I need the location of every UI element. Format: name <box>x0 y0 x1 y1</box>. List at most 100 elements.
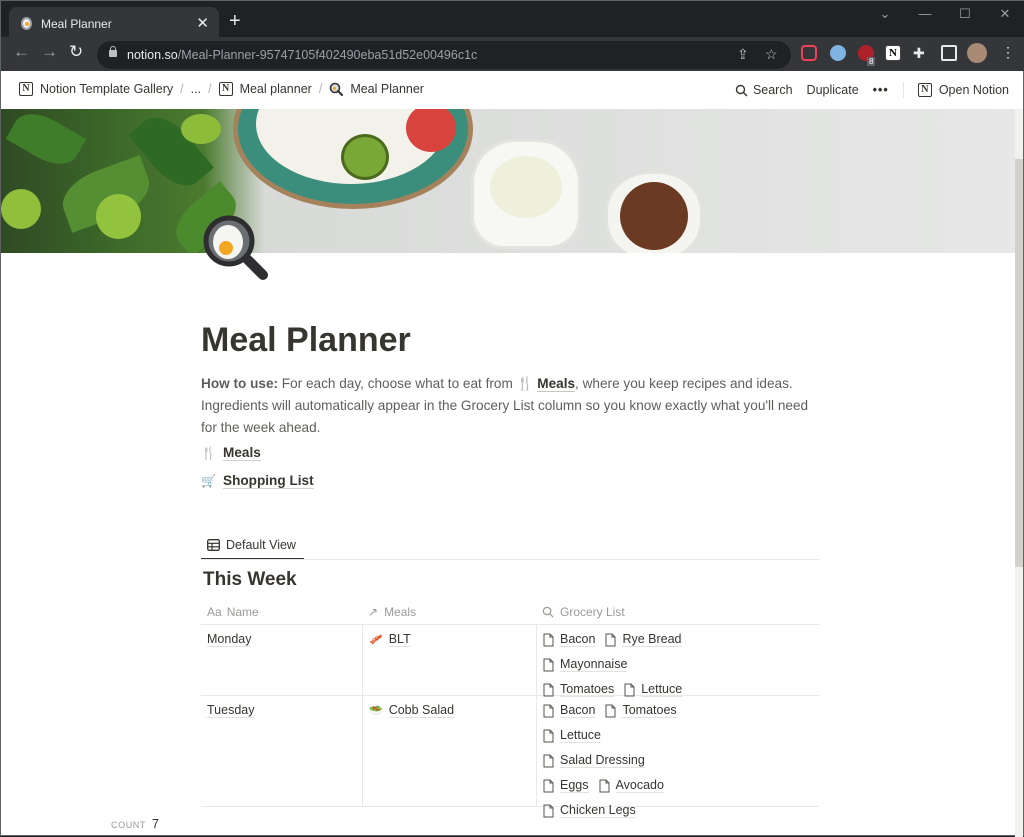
breadcrumb-meal-planner[interactable]: Meal Planner <box>329 82 424 96</box>
meal-relation[interactable]: 🥗 Cobb Salad <box>369 703 455 718</box>
favicon-icon <box>21 17 32 30</box>
grocery-item[interactable]: Lettuce <box>543 728 602 743</box>
table-row[interactable]: Monday 🥓 BLT Bacon Rye Bread Mayonnaise Tom… <box>201 625 819 697</box>
table-row[interactable]: Tuesday 🥗 Cobb Salad Bacon Tomatoes Lettuc… <box>201 696 819 818</box>
lock-icon <box>109 46 117 57</box>
frying-pan-page-icon[interactable] <box>203 215 271 285</box>
grocery-item[interactable]: Salad Dressing <box>543 753 645 768</box>
browser-menu-icon[interactable]: ⋮ <box>1001 44 1015 61</box>
topbar-actions: Search Duplicate ••• N Open Notion <box>721 82 1009 98</box>
grocery-item-label: Tomatoes <box>560 682 615 697</box>
view-tab-label: Default View <box>226 537 296 552</box>
page-icon <box>543 704 554 717</box>
new-tab-icon[interactable]: + <box>229 11 241 31</box>
grocery-item-label: Salad Dressing <box>560 753 645 768</box>
grocery-item[interactable]: Eggs <box>543 778 589 793</box>
column-header-grocery-list[interactable]: Grocery List <box>536 599 819 624</box>
browser-toolbar: ← → ↻ notion.so/Meal-Planner-95747105f40… <box>1 37 1024 71</box>
grocery-item-label: Mayonnaise <box>560 657 628 672</box>
cover-bowl <box>233 109 473 209</box>
fork-knife-icon: 🍴 <box>516 376 534 391</box>
minimize-icon[interactable]: — <box>905 1 945 31</box>
breadcrumb-meal-planner-parent[interactable]: N Meal planner <box>218 82 312 96</box>
grocery-item[interactable]: Mayonnaise <box>543 657 628 672</box>
pocket-icon[interactable] <box>801 45 817 61</box>
onepassword-icon[interactable] <box>830 45 846 61</box>
grocery-item[interactable]: Avocado <box>599 778 664 793</box>
page-icon <box>624 683 635 696</box>
fork-knife-icon: 🍴 <box>201 446 216 460</box>
meal-relation[interactable]: 🥓 BLT <box>369 632 411 647</box>
grocery-item[interactable]: Lettuce <box>624 682 683 697</box>
tab-default-view[interactable]: Default View <box>201 531 304 560</box>
grocery-item-label: Avocado <box>615 778 664 793</box>
more-options-icon[interactable]: ••• <box>873 83 889 97</box>
column-label: Grocery List <box>560 604 625 619</box>
shopping-list-page-link[interactable]: 🛒 Shopping List <box>201 473 314 489</box>
notion-extension-icon[interactable]: N <box>885 45 901 61</box>
duplicate-button[interactable]: Duplicate <box>807 83 859 97</box>
meals-page-link[interactable]: 🍴 Meals <box>201 445 261 461</box>
divider <box>902 82 904 98</box>
tab-search-icon[interactable]: ⌄ <box>865 1 905 31</box>
breadcrumb: N Notion Template Gallery / ... / N Meal… <box>19 82 424 96</box>
count-footer[interactable]: COUNT 7 <box>111 817 159 831</box>
page-icon <box>543 804 554 817</box>
browser-window: Meal Planner ✕ + ⌄ — ☐ ✕ ← → ↻ notion.so… <box>0 0 1024 837</box>
row-name[interactable]: Monday <box>207 632 252 647</box>
extension-badge: 8 <box>867 57 876 66</box>
grocery-item-label: Rye Bread <box>622 632 682 647</box>
database-table: Aa Name ↗ Meals Grocery List Monday 🥓 BL… <box>201 599 819 818</box>
grocery-item[interactable]: Bacon <box>543 703 596 718</box>
grocery-item[interactable]: Chicken Legs <box>543 803 636 818</box>
grocery-item[interactable]: Rye Bread <box>605 632 682 647</box>
meals-inline-link[interactable]: Meals <box>537 376 576 392</box>
grocery-item-label: Bacon <box>560 632 596 647</box>
column-header-name[interactable]: Aa Name <box>201 599 362 624</box>
browser-tab[interactable]: Meal Planner ✕ <box>9 7 219 41</box>
page-title: Meal Planner <box>201 321 411 359</box>
search-button[interactable]: Search <box>735 83 793 97</box>
grocery-item-label: Eggs <box>560 778 589 793</box>
row-name[interactable]: Tuesday <box>207 703 255 718</box>
back-icon[interactable]: ← <box>13 42 30 62</box>
close-tab-icon[interactable]: ✕ <box>196 14 209 32</box>
close-window-icon[interactable]: ✕ <box>985 1 1024 31</box>
open-notion-label: Open Notion <box>938 83 1009 97</box>
grocery-item[interactable]: Bacon <box>543 632 596 647</box>
extensions-puzzle-icon[interactable]: ✚ <box>913 45 929 61</box>
reload-icon[interactable]: ↻ <box>69 42 83 62</box>
forward-icon[interactable]: → <box>41 42 58 62</box>
database-title[interactable]: This Week <box>203 569 297 591</box>
maximize-icon[interactable]: ☐ <box>945 1 985 31</box>
grocery-list: Bacon Rye Bread Mayonnaise Tomatoes Lettuce <box>543 632 733 697</box>
meal-label: Cobb Salad <box>388 703 455 718</box>
page-icon <box>543 754 554 767</box>
grocery-item-label: Tomatoes <box>622 703 677 718</box>
column-label: Name <box>226 604 259 619</box>
notion-logo-icon: N <box>19 82 33 96</box>
address-bar[interactable]: notion.so/Meal-Planner-95747105f402490eb… <box>97 41 791 69</box>
url-text[interactable]: notion.so/Meal-Planner-95747105f402490eb… <box>127 48 477 62</box>
breadcrumb-template-gallery[interactable]: N Notion Template Gallery <box>19 82 173 96</box>
count-label: COUNT <box>111 820 146 830</box>
scrollbar-thumb[interactable] <box>1015 159 1023 567</box>
page-link-label: Meals <box>223 445 261 461</box>
notion-topbar: N Notion Template Gallery / ... / N Meal… <box>1 71 1023 109</box>
grocery-item[interactable]: Tomatoes <box>605 703 677 718</box>
breadcrumb-ellipsis[interactable]: ... <box>191 82 201 96</box>
search-label: Search <box>752 83 793 97</box>
tab-strip: Meal Planner ✕ + ⌄ — ☐ ✕ <box>1 1 1024 41</box>
breadcrumb-separator: / <box>318 82 323 96</box>
grocery-item[interactable]: Tomatoes <box>543 682 615 697</box>
profile-avatar[interactable] <box>967 43 987 63</box>
breadcrumb-separator: / <box>208 82 212 96</box>
page-icon <box>543 633 554 646</box>
side-panel-icon[interactable] <box>941 45 957 61</box>
relation-arrow-icon: ↗ <box>368 604 379 619</box>
share-icon[interactable]: ⇪ <box>737 46 749 63</box>
page-icon <box>599 779 609 792</box>
column-header-meals[interactable]: ↗ Meals <box>362 599 536 624</box>
bookmark-star-icon[interactable]: ☆ <box>765 46 778 63</box>
open-notion-button[interactable]: N Open Notion <box>917 83 1009 97</box>
